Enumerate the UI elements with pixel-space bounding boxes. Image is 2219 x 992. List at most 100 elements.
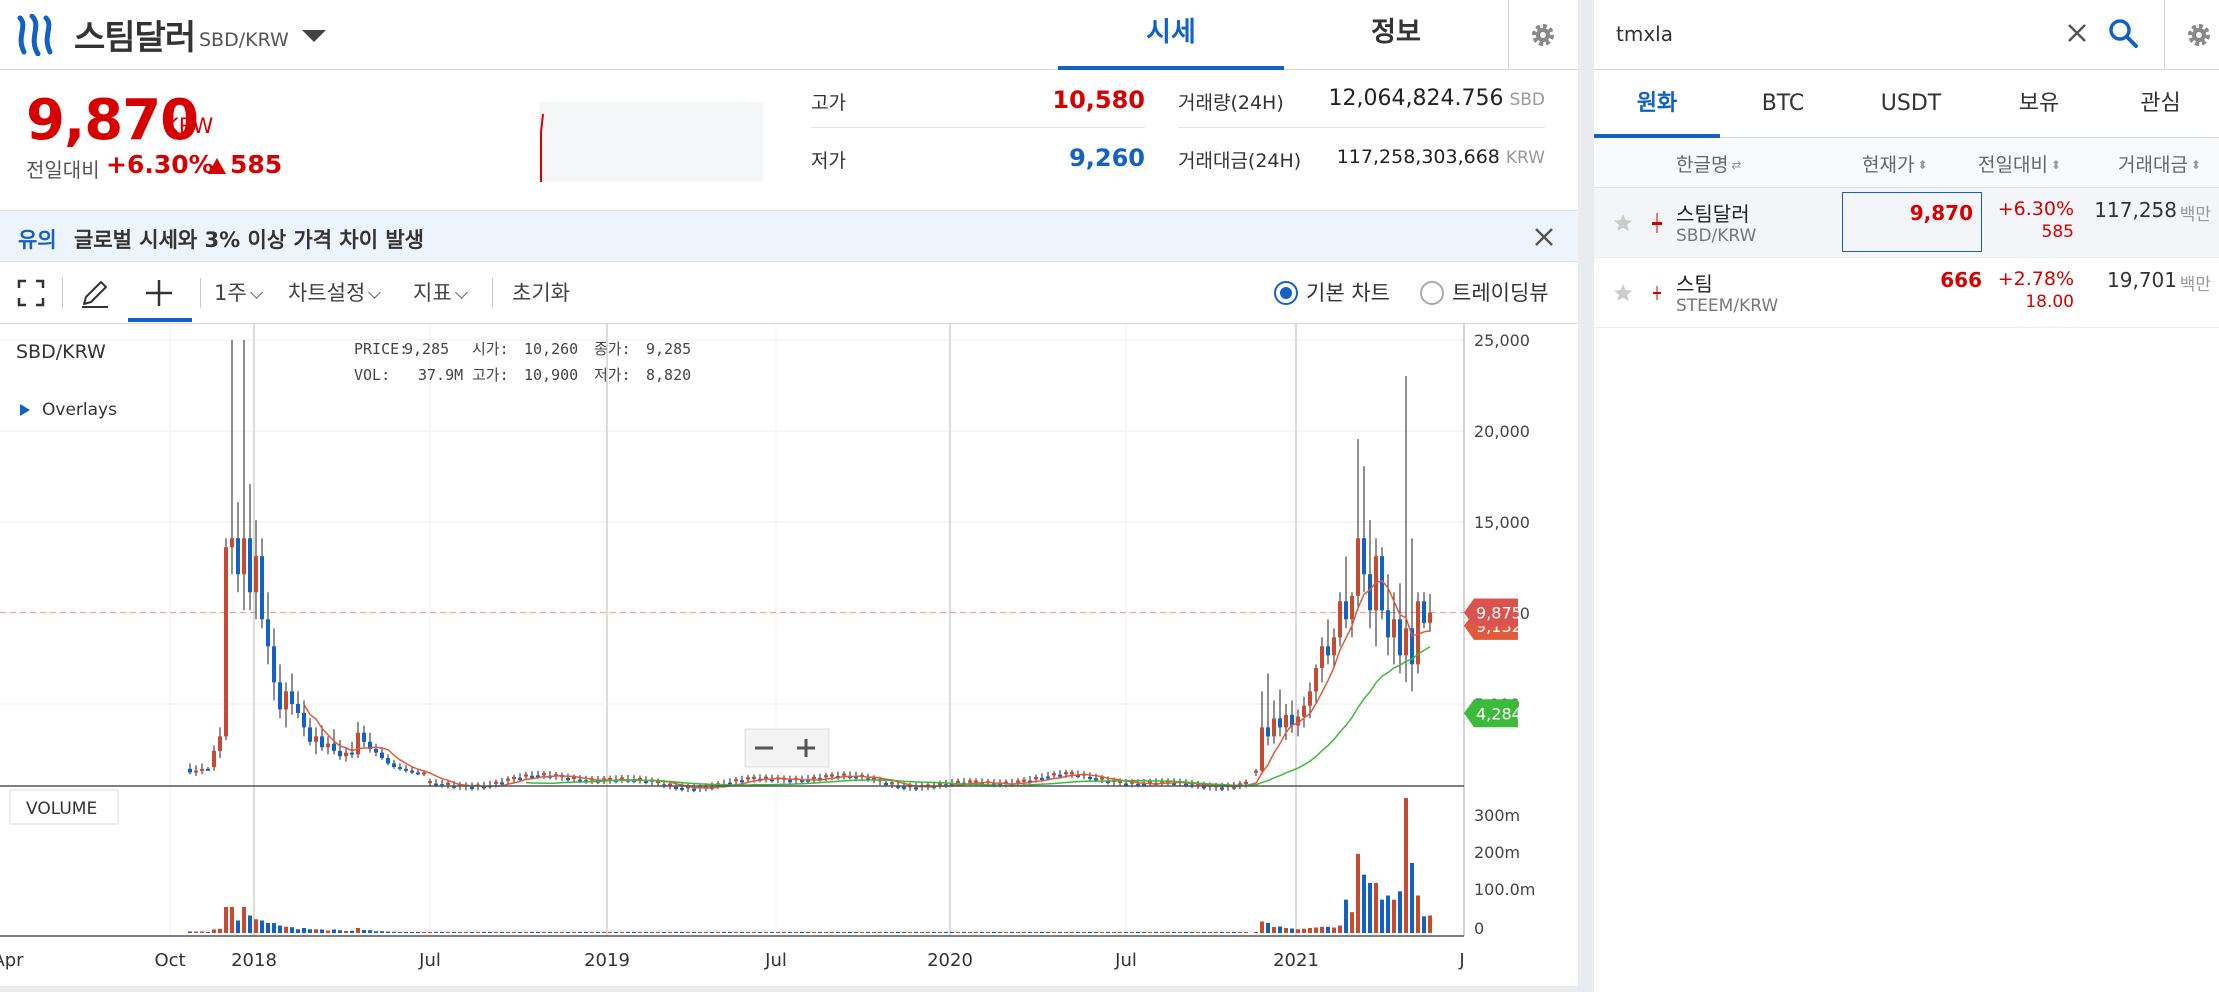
volume-bar bbox=[1016, 931, 1020, 933]
volume-bar bbox=[314, 929, 318, 933]
candle-body bbox=[266, 619, 270, 647]
price-chart[interactable]: 25,00020,00015,00010,0005,000AprOct2018J… bbox=[0, 324, 1578, 986]
volume-bar bbox=[260, 920, 264, 933]
sort-change[interactable]: 전일대비 ⬍ bbox=[1978, 150, 2061, 177]
volume-tick-label: 0 bbox=[1474, 919, 1484, 938]
volume-bar bbox=[1076, 931, 1080, 933]
volume-bar bbox=[200, 931, 204, 933]
sort-volume[interactable]: 거래대금 ⬍ bbox=[2118, 150, 2201, 177]
period-label: 1주 bbox=[214, 281, 247, 305]
volume-bar bbox=[524, 931, 528, 933]
basic-chart-radio[interactable]: 기본 차트 bbox=[1274, 277, 1390, 307]
tradingview-radio[interactable]: 트레이딩뷰 bbox=[1420, 277, 1549, 307]
candle-body bbox=[446, 782, 450, 785]
zoom-control bbox=[744, 728, 830, 768]
clear-icon[interactable] bbox=[2064, 20, 2090, 46]
tab-btc[interactable]: BTC bbox=[1720, 70, 1846, 138]
amount-value: 117,258,303,668 KRW bbox=[1337, 146, 1545, 168]
coin-name: 스팀 bbox=[1676, 272, 1713, 296]
coin-pair: SBD/KRW bbox=[1676, 226, 1757, 246]
sort-price[interactable]: 현재가 ⬍ bbox=[1862, 150, 1928, 177]
volume-bar bbox=[794, 931, 798, 933]
chart-settings-menu[interactable]: 차트설정 bbox=[288, 277, 382, 307]
volume-bar bbox=[1124, 931, 1128, 933]
volume-bar bbox=[1208, 931, 1212, 933]
stat-volume: 거래량(24H) 12,064,824.756 SBD bbox=[1178, 70, 1545, 128]
volume-bar bbox=[1332, 927, 1336, 933]
volume-bar bbox=[302, 928, 306, 933]
header-volume-label: 거래대금 bbox=[2118, 154, 2188, 176]
volume-label: VOLUME bbox=[26, 799, 97, 819]
volume-bar bbox=[824, 931, 828, 933]
search-icon[interactable] bbox=[2108, 18, 2138, 48]
tab-holdings[interactable]: 보유 bbox=[1976, 70, 2102, 138]
volume-bar bbox=[1040, 931, 1044, 933]
tab-favorites[interactable]: 관심 bbox=[2102, 70, 2219, 138]
volume-bar bbox=[782, 931, 786, 933]
volume-bar bbox=[788, 931, 792, 933]
volume-bar bbox=[962, 931, 966, 933]
volume-bar bbox=[920, 931, 924, 933]
volume-bar bbox=[704, 931, 708, 933]
volume-bar bbox=[974, 931, 978, 933]
candle-body bbox=[1392, 619, 1396, 638]
volume-bar bbox=[614, 931, 618, 933]
volume-bar bbox=[1422, 916, 1426, 933]
fullscreen-icon[interactable] bbox=[14, 276, 48, 310]
stat-low: 저가 9,260 bbox=[811, 128, 1145, 186]
volume-bar bbox=[1106, 931, 1110, 933]
coin-dropdown-icon[interactable] bbox=[302, 30, 326, 42]
coin-header: 스팀달러 SBD/KRW 시세 정보 bbox=[0, 0, 1578, 70]
period-select[interactable]: 1주 bbox=[214, 277, 263, 307]
volume-bar bbox=[1142, 931, 1146, 933]
divider bbox=[492, 278, 493, 308]
volume-bar bbox=[980, 931, 984, 933]
candlestick-chart[interactable]: 25,00020,00015,00010,0005,000AprOct2018J… bbox=[0, 324, 1578, 986]
indicators-menu[interactable]: 지표 bbox=[413, 277, 468, 307]
volume-bar bbox=[194, 931, 198, 933]
overlays-toggle[interactable]: Overlays bbox=[42, 400, 117, 420]
star-icon[interactable] bbox=[1612, 212, 1634, 234]
candle-body bbox=[1320, 646, 1324, 668]
reset-button[interactable]: 초기화 bbox=[512, 277, 570, 307]
radio-unselected-icon bbox=[1420, 281, 1444, 305]
crosshair-icon[interactable] bbox=[142, 276, 176, 310]
volume-bar bbox=[332, 929, 336, 933]
stat-amount: 거래대금(24H) 117,258,303,668 KRW bbox=[1178, 128, 1545, 186]
list-item[interactable]: 스팀달러 SBD/KRW 9,870 +6.30% 585 117,258 백만 bbox=[1594, 188, 2219, 258]
tab-usdt[interactable]: USDT bbox=[1846, 70, 1976, 138]
star-icon[interactable] bbox=[1612, 282, 1634, 304]
close-icon[interactable] bbox=[1530, 223, 1558, 251]
settings-gear-icon[interactable] bbox=[2184, 20, 2214, 50]
tab-krw[interactable]: 원화 bbox=[1594, 70, 1720, 138]
candle-body bbox=[1260, 727, 1264, 771]
coin-pair: STEEM/KRW bbox=[1676, 296, 1779, 316]
tab-price[interactable]: 시세 bbox=[1058, 0, 1284, 70]
volume-bar bbox=[1410, 863, 1414, 933]
volume-bar bbox=[692, 931, 696, 933]
volume-bar bbox=[1344, 899, 1348, 933]
list-item[interactable]: 스팀 STEEM/KRW 666 +2.78% 18.00 19,701 백만 bbox=[1594, 258, 2219, 328]
volume-bar bbox=[1314, 927, 1318, 933]
amount-label: 거래대금(24H) bbox=[1178, 150, 1302, 172]
settings-gear-icon[interactable] bbox=[1528, 20, 1558, 50]
volume-bar bbox=[236, 920, 240, 933]
volume-bar bbox=[878, 931, 882, 933]
coin-change-amount: 18.00 bbox=[2025, 292, 2074, 312]
overlays-expand-icon[interactable] bbox=[20, 404, 30, 416]
mini-chart-line bbox=[540, 113, 544, 182]
candle-body bbox=[1016, 780, 1020, 783]
volume-bar bbox=[284, 926, 288, 933]
tradingview-label: 트레이딩뷰 bbox=[1452, 281, 1549, 305]
tab-info[interactable]: 정보 bbox=[1284, 0, 1508, 70]
volume-bar bbox=[428, 931, 432, 933]
pencil-draw-icon[interactable] bbox=[78, 276, 112, 310]
x-tick-label: 2019 bbox=[584, 950, 630, 971]
coin-change-rate: +6.30% bbox=[1997, 198, 2074, 220]
volume-bar bbox=[296, 929, 300, 933]
search-input[interactable] bbox=[1616, 16, 2046, 52]
sort-name[interactable]: 한글명 ⇄ bbox=[1676, 150, 1742, 177]
chart-toolbar: 1주 차트설정 지표 초기화 기본 차트 트레이딩뷰 bbox=[0, 262, 1578, 324]
volume-bar bbox=[1022, 931, 1026, 933]
volume-bar bbox=[338, 930, 342, 933]
